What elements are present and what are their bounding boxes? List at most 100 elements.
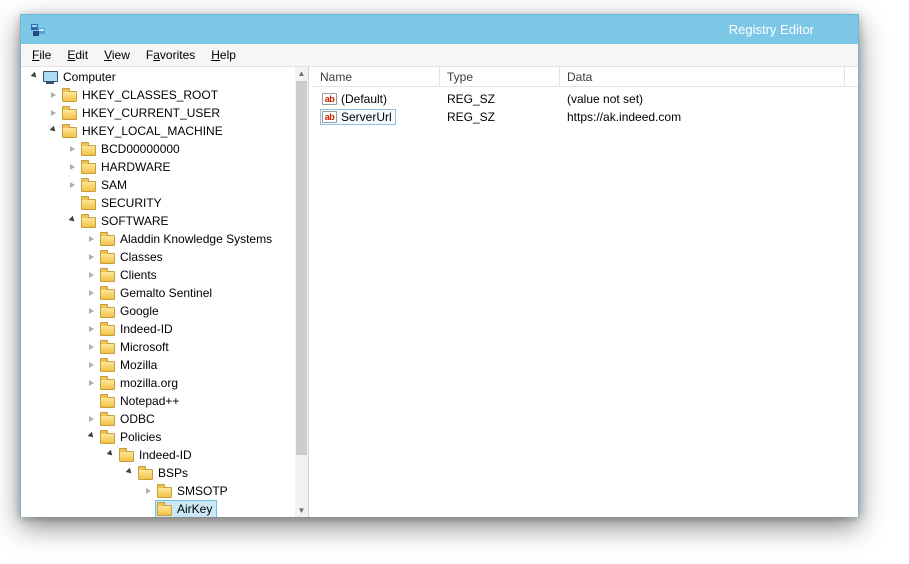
expand-toggle-icon[interactable] — [85, 431, 97, 443]
twisty-spacer — [142, 503, 154, 515]
tree-item-hkey-classes-root[interactable]: HKEY_CLASSES_ROOT — [21, 86, 295, 104]
expand-toggle-icon[interactable] — [85, 413, 97, 425]
expand-toggle-icon[interactable] — [85, 305, 97, 317]
value-type: REG_SZ — [440, 110, 560, 124]
column-header-name[interactable]: Name — [313, 67, 440, 86]
tree-item-notepad[interactable]: Notepad++ — [21, 392, 295, 410]
value-data: (value not set) — [560, 92, 858, 106]
expand-toggle-icon[interactable] — [85, 377, 97, 389]
expand-toggle-icon[interactable] — [85, 359, 97, 371]
tree-item-bcd00000000[interactable]: BCD00000000 — [21, 140, 295, 158]
tree-item-microsoft[interactable]: Microsoft — [21, 338, 295, 356]
folder-icon — [100, 235, 115, 246]
tree-item-label: Aladdin Knowledge Systems — [119, 232, 273, 246]
tree-item-label: BSPs — [157, 466, 189, 480]
folder-icon — [100, 397, 115, 408]
menu-item-help[interactable]: Help — [203, 46, 244, 64]
tree-item-label: ODBC — [119, 412, 156, 426]
expand-toggle-icon[interactable] — [142, 485, 154, 497]
scroll-up-icon[interactable]: ▲ — [295, 67, 308, 80]
expand-toggle-icon[interactable] — [66, 143, 78, 155]
window-title: Registry Editor — [729, 15, 814, 44]
folder-icon — [81, 199, 96, 210]
expand-toggle-icon[interactable] — [85, 341, 97, 353]
menu-item-view[interactable]: View — [96, 46, 138, 64]
column-header-data[interactable]: Data — [560, 67, 845, 86]
tree-item-label: Policies — [119, 430, 162, 444]
value-name: ServerUrl — [341, 110, 392, 124]
tree-item-computer[interactable]: Computer — [21, 68, 295, 86]
expand-toggle-icon[interactable] — [85, 323, 97, 335]
tree-item-label: HKEY_CURRENT_USER — [81, 106, 221, 120]
folder-icon — [100, 361, 115, 372]
folder-icon — [100, 415, 115, 426]
value-data: https://ak.indeed.com — [560, 110, 858, 124]
tree-item-hkey-local-machine[interactable]: HKEY_LOCAL_MACHINE — [21, 122, 295, 140]
tree-item-label: SAM — [100, 178, 128, 192]
expand-toggle-icon[interactable] — [85, 251, 97, 263]
menu-item-favorites[interactable]: Favorites — [138, 46, 203, 64]
tree-item-smsotp[interactable]: SMSOTP — [21, 482, 295, 500]
value-row-default[interactable]: (Default)REG_SZ(value not set) — [313, 90, 858, 108]
twisty-spacer — [66, 197, 78, 209]
scroll-down-icon[interactable]: ▼ — [295, 504, 308, 517]
tree-item-label: Clients — [119, 268, 158, 282]
twisty-spacer — [85, 395, 97, 407]
registry-app-icon — [30, 22, 47, 38]
folder-icon — [100, 289, 115, 300]
column-header-type[interactable]: Type — [440, 67, 560, 86]
folder-icon — [81, 217, 96, 228]
expand-toggle-icon[interactable] — [28, 71, 40, 83]
tree-item-mozilla[interactable]: Mozilla — [21, 356, 295, 374]
expand-toggle-icon[interactable] — [66, 161, 78, 173]
folder-icon — [62, 109, 77, 120]
tree-item-policies[interactable]: Policies — [21, 428, 295, 446]
folder-icon — [100, 379, 115, 390]
tree-item-label: Indeed-ID — [138, 448, 193, 462]
tree-item-label: Computer — [62, 70, 117, 84]
folder-icon — [100, 307, 115, 318]
tree-item-airkey[interactable]: AirKey — [21, 500, 295, 517]
tree-item-software[interactable]: SOFTWARE — [21, 212, 295, 230]
menu-item-edit[interactable]: Edit — [59, 46, 96, 64]
scrollbar-thumb[interactable] — [296, 81, 307, 455]
tree-item-hardware[interactable]: HARDWARE — [21, 158, 295, 176]
menu-item-file[interactable]: File — [24, 46, 59, 64]
tree-item-mozilla-org[interactable]: mozilla.org — [21, 374, 295, 392]
tree-item-hkey-current-user[interactable]: HKEY_CURRENT_USER — [21, 104, 295, 122]
tree-item-label: Mozilla — [119, 358, 158, 372]
expand-toggle-icon[interactable] — [47, 125, 59, 137]
tree-item-odbc[interactable]: ODBC — [21, 410, 295, 428]
title-bar[interactable]: Registry Editor — [21, 15, 858, 44]
tree-item-classes[interactable]: Classes — [21, 248, 295, 266]
value-row-serverurl[interactable]: ServerUrl REG_SZhttps://ak.indeed.com — [313, 108, 858, 126]
tree-item-aladdin-knowledge-systems[interactable]: Aladdin Knowledge Systems — [21, 230, 295, 248]
computer-icon — [43, 71, 58, 84]
tree-item-label: Indeed-ID — [119, 322, 174, 336]
tree-item-google[interactable]: Google — [21, 302, 295, 320]
expand-toggle-icon[interactable] — [85, 287, 97, 299]
tree-item-indeed-id[interactable]: Indeed-ID — [21, 320, 295, 338]
expand-toggle-icon[interactable] — [66, 215, 78, 227]
tree-scrollbar[interactable]: ▲ ▼ — [295, 67, 308, 517]
folder-icon — [100, 325, 115, 336]
folder-icon — [81, 163, 96, 174]
expand-toggle-icon[interactable] — [104, 449, 116, 461]
tree-item-sam[interactable]: SAM — [21, 176, 295, 194]
list-header: Name Type Data — [313, 67, 858, 87]
tree-item-indeed-id[interactable]: Indeed-ID — [21, 446, 295, 464]
tree-item-gemalto-sentinel[interactable]: Gemalto Sentinel — [21, 284, 295, 302]
expand-toggle-icon[interactable] — [47, 107, 59, 119]
tree-item-clients[interactable]: Clients — [21, 266, 295, 284]
value-type: REG_SZ — [440, 92, 560, 106]
tree-item-bsps[interactable]: BSPs — [21, 464, 295, 482]
string-value-icon — [322, 93, 337, 105]
folder-icon — [81, 181, 96, 192]
expand-toggle-icon[interactable] — [123, 467, 135, 479]
expand-toggle-icon[interactable] — [47, 89, 59, 101]
tree-item-security[interactable]: SECURITY — [21, 194, 295, 212]
expand-toggle-icon[interactable] — [85, 233, 97, 245]
tree-item-label: Google — [119, 304, 160, 318]
expand-toggle-icon[interactable] — [85, 269, 97, 281]
expand-toggle-icon[interactable] — [66, 179, 78, 191]
